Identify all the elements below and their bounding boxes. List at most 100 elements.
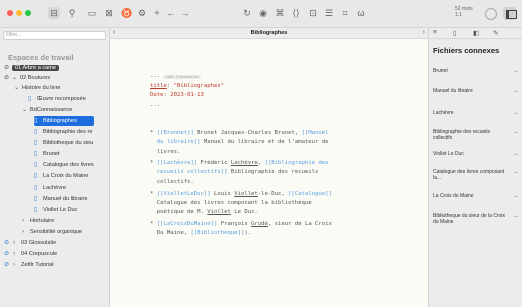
settings-gear-icon[interactable]: ⚙	[136, 7, 148, 19]
text-span: livres.	[156, 149, 181, 155]
wiki-link[interactable]: [[Catalogue]]	[288, 191, 332, 197]
forward-arrow-icon[interactable]: →	[179, 7, 191, 19]
image-icon[interactable]: ⊡	[307, 7, 319, 19]
tree-item-zettlr-tutorial[interactable]: ⊘ › Zettlr Tutorial	[4, 260, 108, 270]
related-file-item[interactable]: Viollet Le Duc →	[433, 151, 519, 157]
frontmatter-key: Date	[150, 92, 164, 98]
wiki-link[interactable]: [[Bibliotheque]]	[190, 230, 244, 236]
tree-item-label: Histoire du livre	[22, 85, 61, 91]
toolbar: ⊟ ⚲ ▭ ⊠ ♉ ⚙ + ← → ↻ ◉ ⌘ ⟨⟩ ⊡ ☰ ⌗ ω 52 mo…	[0, 0, 522, 28]
tree-item-viollet-le-duc[interactable]: ▯ Viollet Le Duc	[34, 205, 108, 215]
wiki-link[interactable]: [[Bibliographie des	[265, 160, 329, 166]
wiki-link[interactable]: [[Brunnet]]	[157, 130, 194, 136]
bullet-line: * [[Lachèvre]] Frédéric Lachèvre, [[Bibl…	[150, 160, 329, 166]
file-icon: ▯	[34, 185, 38, 191]
related-files-panel: ≡ ▯ ◧ ✎ Fichiers connexes Brunet → Manuel…	[428, 28, 522, 307]
tree-item-histoire-du-livre[interactable]: ⌄ Histoire du livre	[14, 83, 108, 93]
tree-item-manuel-du-libraire[interactable]: ▯ Manuel du libraire	[34, 194, 108, 204]
list-icon[interactable]: ☰	[323, 7, 335, 19]
tree-item-arbre-a-came[interactable]: ⊘ 01 Arbre a came	[4, 63, 108, 73]
wiki-link[interactable]: du libraire]]	[157, 139, 201, 145]
wiki-link[interactable]: [[LaCroixDuMaine]]	[157, 221, 218, 227]
related-file-item[interactable]: Manuel du libraire →	[433, 88, 519, 94]
related-file-item[interactable]: Catalogue des livres composant la... →	[433, 169, 519, 181]
tree-item-lachevre[interactable]: ▯ Lachèvre	[34, 183, 108, 193]
text-span: poétique de M.	[156, 209, 208, 215]
pomodoro-toggle[interactable]	[485, 8, 497, 20]
tree-item-brunet[interactable]: ▯ Brunet	[34, 149, 108, 159]
chevron-right-icon[interactable]: ›	[423, 29, 425, 36]
attachments-icon[interactable]: ✎	[493, 29, 498, 37]
file-icon: ▯	[34, 196, 38, 202]
arrow-right-icon: →	[513, 193, 519, 199]
footnote-icon[interactable]: ω	[355, 7, 367, 19]
related-file-item[interactable]: Lachèvre →	[433, 110, 519, 116]
related-file-label: Lachèvre	[433, 110, 454, 116]
tree-item-oeuvre-recomposee[interactable]: ▯ Œuvre recomposée	[28, 94, 108, 104]
file-icon: ▯	[34, 173, 38, 179]
tree-item-crepuscule[interactable]: ⊘ › 04 Crepuscule	[4, 249, 108, 259]
filter-input[interactable]: Filtre...	[3, 31, 106, 40]
related-file-label: Bibliographie des recueils collectifs	[433, 129, 490, 141]
text-span: Frédéric	[197, 160, 231, 166]
tree-item-label: Brunet	[43, 151, 60, 157]
related-file-label: Manuel du libraire	[433, 88, 473, 94]
wiki-link[interactable]: [[Lachèvre]]	[157, 160, 197, 166]
spellcheck-word: Lachèvre	[230, 160, 258, 166]
chevron-right-icon: ›	[13, 240, 15, 246]
related-file-item[interactable]: Bibliographie des recueils collectifs →	[433, 129, 519, 141]
editor-pane[interactable]: ‹ Bibliographes › --- YAML Frontmatter t…	[110, 28, 428, 307]
text-line: recueils collectifs]] Bibliographie des …	[150, 168, 319, 177]
text-line: poétique de M. Viollet Le Duc.	[150, 208, 258, 217]
search-icon[interactable]: ⚲	[66, 7, 78, 19]
readability-icon[interactable]: ♉	[121, 7, 133, 19]
toggle-sidebar-button[interactable]	[503, 7, 517, 20]
code-icon[interactable]: ⟨⟩	[290, 7, 302, 19]
document-tab-title[interactable]: Bibliographes	[110, 30, 428, 36]
tree-item-hortulaire[interactable]: › Hortulaire	[22, 216, 108, 226]
file-manager-icon[interactable]: ⊟	[48, 7, 60, 19]
arrow-right-icon: →	[513, 129, 519, 135]
related-file-item[interactable]: Brunet →	[433, 68, 519, 74]
frontmatter-date-line: Date: 2023-01-13	[150, 92, 204, 98]
text-span: Bibliographie des recueils	[227, 169, 319, 175]
tree-item-label: Bibliographes	[43, 118, 77, 124]
tree-item-bdconnaissance[interactable]: ⌄ BdConnaissance	[22, 105, 108, 115]
open-folder-icon[interactable]: ▭	[86, 7, 98, 19]
tree-item-sensibilite-organique[interactable]: › Sensibilité organique	[22, 227, 108, 237]
back-arrow-icon[interactable]: ←	[165, 7, 177, 19]
tree-item-boutures[interactable]: ⊘ ⌄ 02 Boutures	[4, 73, 108, 83]
tree-item-bibliographie-des-re[interactable]: ▯ Bibliographie des re	[34, 127, 108, 137]
tree-item-bibliotheque-du-sieu[interactable]: ▯ Bibliotheque du sieu	[34, 138, 108, 148]
wiki-link[interactable]: recueils collectifs]]	[157, 169, 228, 175]
chevron-right-icon: ›	[13, 251, 15, 257]
file-icon: ▯	[34, 129, 38, 135]
tree-item-label: Hortulaire	[30, 218, 55, 224]
tree-item-bibliographes[interactable]: ▯ Bibliographes	[34, 116, 94, 126]
toc-icon[interactable]: ≡	[433, 29, 437, 36]
refresh-icon[interactable]: ↻	[241, 7, 253, 19]
related-file-item[interactable]: Bibliotheque du sieur de la Croix du Mai…	[433, 213, 519, 225]
table-icon[interactable]: ⌗	[339, 7, 351, 19]
link-icon[interactable]: ⌘	[274, 7, 286, 19]
related-file-item[interactable]: La Croix du Maine →	[433, 193, 519, 199]
chevron-right-icon: ›	[13, 262, 15, 268]
related-files-icon[interactable]: ◧	[473, 29, 479, 37]
preview-eye-icon[interactable]: ◉	[257, 7, 269, 19]
close-window-button[interactable]	[7, 10, 13, 16]
tree-item-label: Sensibilité organique	[30, 229, 82, 235]
tree-item-catalogue-des-livres[interactable]: ▯ Catalogue des livres	[34, 160, 108, 170]
zoom-window-button[interactable]	[25, 10, 31, 16]
minimize-window-button[interactable]	[16, 10, 22, 16]
export-icon[interactable]: ⊠	[103, 7, 115, 19]
references-icon[interactable]: ▯	[453, 29, 457, 37]
panel-title: Fichiers connexes	[433, 46, 500, 55]
tree-item-la-croix-du-maine[interactable]: ▯ La Croix du Maine	[34, 171, 108, 181]
wiki-link[interactable]: [[VielletLeDuc]]	[157, 191, 211, 197]
wiki-link[interactable]: [[Manuel	[302, 130, 329, 136]
related-file-label: Catalogue des livres composant la...	[433, 169, 505, 181]
tree-item-label: 04 Crepuscule	[21, 251, 58, 257]
text-span: collectifs.	[156, 179, 194, 185]
tree-item-glossolalie[interactable]: ⊘ › 03 Glossolalie	[4, 238, 108, 248]
new-file-icon[interactable]: +	[151, 7, 163, 19]
